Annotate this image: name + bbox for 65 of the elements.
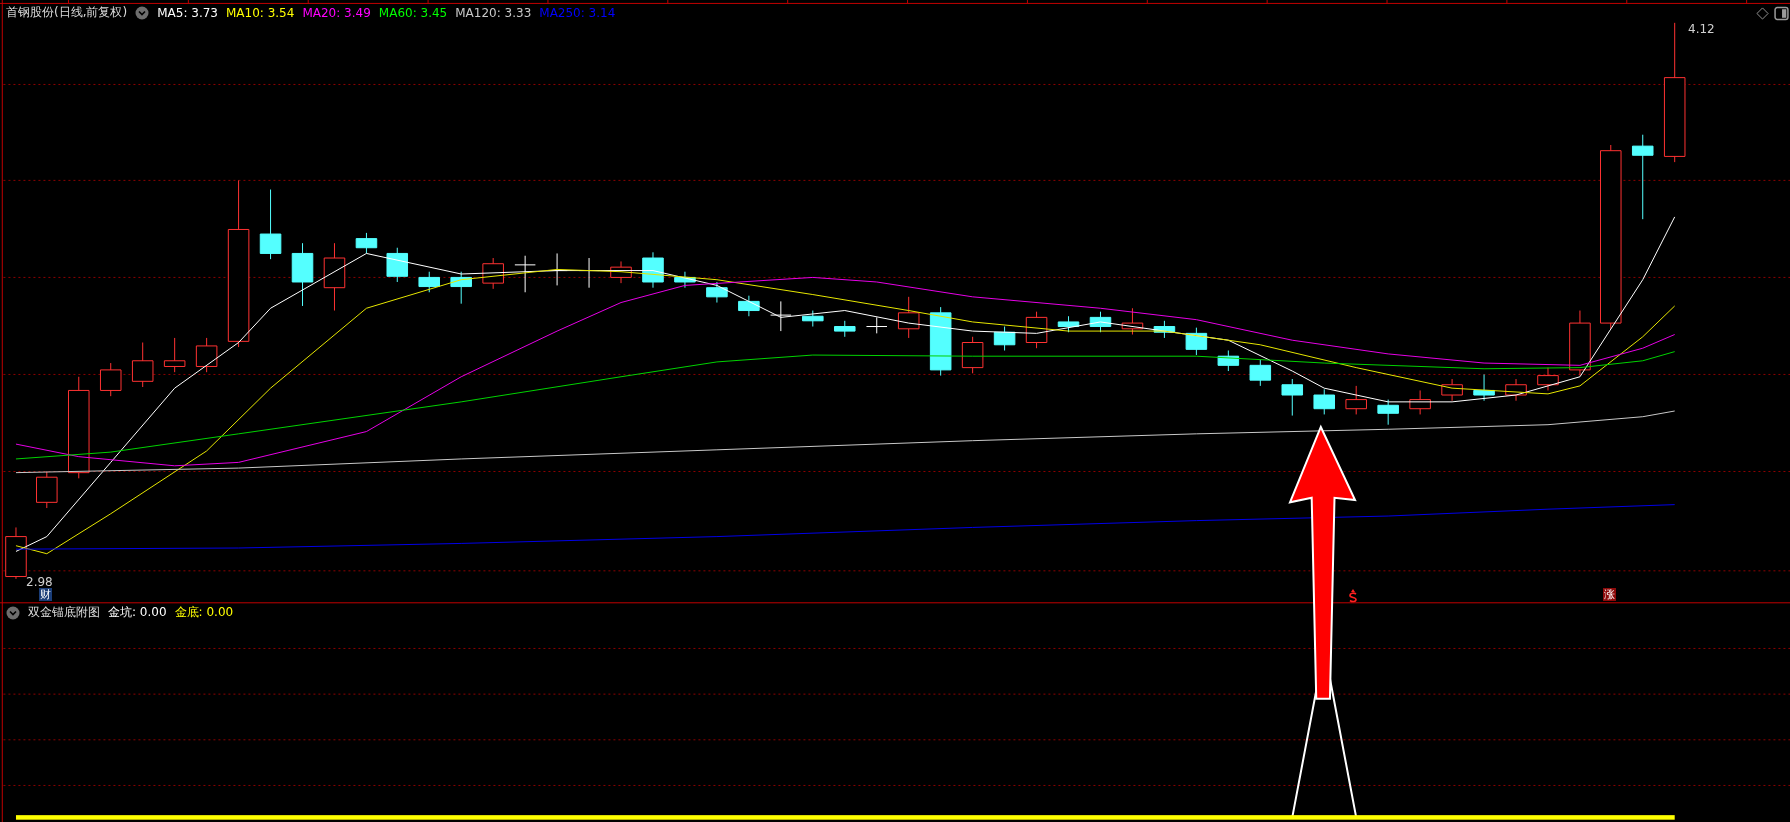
candlestick — [514, 255, 536, 293]
candlestick — [1121, 307, 1144, 335]
candlestick — [897, 296, 920, 339]
candlestick — [1153, 320, 1176, 339]
indicator-value: 金底: 0.00 — [174, 604, 234, 621]
candlestick — [1057, 315, 1080, 333]
indicator-value: MA60: 3.45 — [378, 5, 448, 20]
candlestick — [1281, 378, 1304, 417]
candlestick — [259, 189, 282, 260]
candlestick — [131, 342, 154, 388]
diamond-icon[interactable] — [1756, 7, 1769, 20]
high-price-label: 4.12 — [1688, 22, 1715, 36]
candlestick — [1377, 399, 1399, 426]
candlestick — [1089, 311, 1112, 333]
event-badge[interactable]: 财 — [39, 588, 52, 601]
candlestick — [610, 260, 632, 284]
candlestick — [1313, 388, 1335, 415]
candlestick — [1185, 327, 1208, 356]
signal-marker-icon — [1349, 589, 1357, 603]
candlestick — [450, 271, 472, 305]
chart-title: 首钢股份(日线,前复权) — [6, 4, 128, 21]
candlestick — [1409, 389, 1431, 415]
candlestick — [1569, 310, 1591, 377]
low-price-label: 2.98 — [26, 575, 53, 589]
candlestick — [323, 242, 346, 312]
candlestick — [418, 271, 440, 293]
indicator-value: MA5: 3.73 — [157, 5, 218, 20]
panel-toggle-icon[interactable] — [1774, 6, 1789, 21]
candlestick — [99, 362, 122, 397]
indicator-value: MA20: 3.49 — [302, 5, 371, 20]
candlestick — [355, 232, 378, 254]
candlestick — [195, 337, 218, 373]
candlestick — [1217, 350, 1240, 372]
dropdown-icon[interactable] — [6, 605, 20, 620]
candlestick — [834, 320, 856, 338]
indicator-value: MA120: 3.33 — [455, 5, 532, 20]
indicator-value: 金坑: 0.00 — [108, 604, 167, 621]
candlestick — [482, 257, 504, 290]
candlestick — [291, 242, 314, 307]
candlestick — [738, 295, 760, 317]
candlestick — [1025, 311, 1048, 349]
candlestick — [1473, 373, 1495, 402]
candlestick — [1345, 385, 1367, 415]
indicator-title: 双金锚底附图 — [28, 604, 100, 621]
candlestick — [674, 271, 696, 289]
candlestick — [993, 326, 1016, 351]
candlestick — [770, 300, 792, 332]
indicator-value: MA250: 3.14 — [539, 5, 616, 20]
candlestick — [929, 306, 952, 377]
candlestick — [36, 471, 58, 509]
indicator-value: MA10: 3.54 — [225, 5, 295, 20]
candlestick — [1249, 359, 1272, 387]
candlestick — [706, 281, 728, 304]
event-badge[interactable]: 涨 — [1603, 588, 1616, 601]
candlestick — [642, 251, 664, 289]
candlestick — [1505, 378, 1527, 402]
candlestick — [5, 526, 27, 580]
candlestick — [163, 337, 186, 373]
candlestick — [865, 316, 888, 334]
candlestick — [802, 310, 824, 327]
dropdown-icon[interactable] — [135, 5, 150, 20]
candlestick — [1441, 378, 1463, 402]
candlestick — [961, 336, 984, 374]
candlestick — [1537, 367, 1559, 391]
candlestick — [386, 247, 409, 283]
